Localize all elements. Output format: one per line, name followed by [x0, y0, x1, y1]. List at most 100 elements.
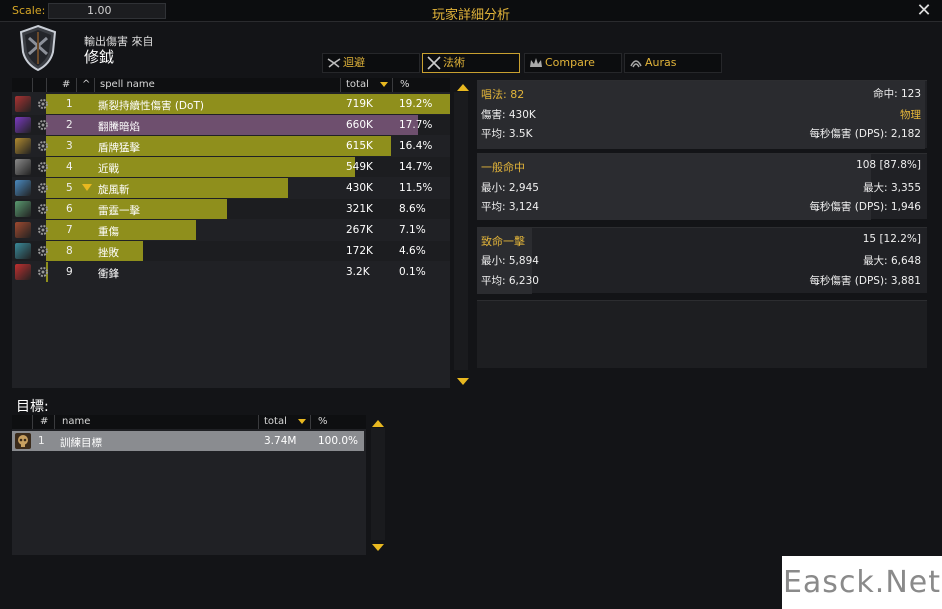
target-row[interactable]: 1 訓練目標 3.74M 100.0%	[12, 431, 364, 451]
spell-rank: 6	[66, 203, 73, 215]
spell-row[interactable]: 9 衝鋒 3.2K 0.1%	[12, 262, 450, 282]
spell-options-gear-icon[interactable]	[36, 244, 50, 258]
tab-spells[interactable]: 法術	[422, 53, 520, 73]
spell-rank: 9	[66, 266, 73, 278]
spell-name: 翻騰暗焰	[98, 121, 140, 133]
target-table-header: # name total %	[12, 415, 366, 429]
casts-count: 唱法: 82	[481, 88, 525, 101]
spell-row[interactable]: 8 挫敗 172K 4.6%	[12, 241, 450, 261]
spell-options-gear-icon[interactable]	[36, 118, 50, 132]
spell-rank: 4	[66, 161, 73, 173]
spell-options-gear-icon[interactable]	[36, 160, 50, 174]
spell-rank: 2	[66, 119, 73, 131]
spell-table-header: # ^ spell name total %	[12, 78, 450, 92]
hits-count: 命中: 123	[873, 88, 921, 100]
spell-name: 重傷	[98, 226, 119, 238]
target-name: 訓練目標	[60, 437, 102, 449]
col-header-percent[interactable]: %	[400, 79, 410, 90]
crossed-swords-icon	[427, 56, 441, 70]
targets-label: 目標:	[16, 399, 49, 415]
shield-icon	[19, 24, 57, 72]
spell-percent: 11.5%	[399, 182, 433, 194]
spell-row[interactable]: 5 旋風斬 430K 11.5%	[12, 178, 450, 198]
col-header-num[interactable]: #	[62, 79, 70, 90]
tab-compare[interactable]: Compare	[524, 53, 622, 73]
spell-scroll-down-icon[interactable]	[457, 378, 469, 385]
crit-min: 最小: 5,894	[481, 255, 539, 267]
col-header-sort[interactable]: ^	[82, 79, 90, 90]
tab-label: 迴避	[343, 56, 365, 69]
col-header-total[interactable]: total	[346, 79, 369, 90]
watermark: Easck.Net	[782, 556, 942, 609]
spell-scrollbar[interactable]	[454, 92, 468, 370]
normal-hits-average: 平均: 3,124	[481, 201, 539, 213]
crit-average: 平均: 6,230	[481, 275, 539, 287]
spell-options-gear-icon[interactable]	[36, 181, 50, 195]
crit-title: 致命一擊	[481, 235, 525, 248]
damage-average: 平均: 3.5K	[481, 128, 533, 140]
spell-icon	[15, 201, 31, 217]
aura-icon	[630, 60, 642, 68]
sort-desc-icon	[380, 82, 388, 87]
spell-percent: 7.1%	[399, 224, 426, 236]
spell-name: 盾牌猛擊	[98, 142, 140, 154]
target-total: 3.74M	[264, 435, 297, 447]
normal-hits-count: 108 [87.8%]	[856, 159, 921, 171]
spell-percent: 19.2%	[399, 98, 433, 110]
normal-hits-title: 一般命中	[481, 161, 525, 174]
spell-name: 近戰	[98, 163, 119, 175]
target-scrollbar[interactable]	[371, 428, 385, 540]
spell-rank: 8	[66, 245, 73, 257]
target-percent: 100.0%	[318, 435, 359, 447]
damage-school: 物理	[900, 109, 921, 121]
player-details-window: Scale: 1.00 玩家詳細分析 ✕ 輸出傷害 來自 修鉞 迴避 法術 Co…	[0, 0, 942, 609]
spell-options-gear-icon[interactable]	[36, 202, 50, 216]
spell-options-gear-icon[interactable]	[36, 97, 50, 111]
spell-row[interactable]: 3 盾牌猛擊 615K 16.4%	[12, 136, 450, 156]
spell-percent: 16.4%	[399, 140, 433, 152]
spell-options-gear-icon[interactable]	[36, 265, 50, 279]
tab-label: 法術	[443, 56, 465, 69]
crit-max: 最大: 6,648	[863, 255, 921, 267]
spell-rank: 1	[66, 98, 73, 110]
target-scroll-up-icon[interactable]	[372, 420, 384, 427]
spell-percent: 4.6%	[399, 245, 426, 257]
spell-icon	[15, 180, 31, 196]
spell-options-gear-icon[interactable]	[36, 139, 50, 153]
tab-label: Compare	[545, 56, 595, 69]
title-bar[interactable]: Scale: 1.00 玩家詳細分析 ✕	[0, 0, 942, 23]
damage-total: 傷害: 430K	[481, 109, 536, 121]
target-col-name[interactable]: name	[62, 416, 90, 427]
spell-row[interactable]: 7 重傷 267K 7.1%	[12, 220, 450, 240]
window-title: 玩家詳細分析	[431, 8, 510, 23]
target-col-num[interactable]: #	[40, 416, 48, 427]
tab-label: Auras	[645, 56, 677, 69]
spell-icon	[15, 264, 31, 280]
tab-auras[interactable]: Auras	[624, 53, 722, 73]
target-scroll-down-icon[interactable]	[372, 544, 384, 551]
spell-total: 615K	[346, 140, 373, 152]
target-num: 1	[38, 435, 45, 447]
spell-row[interactable]: 6 雷霆一擊 321K 8.6%	[12, 199, 450, 219]
spell-options-gear-icon[interactable]	[36, 223, 50, 237]
spell-icon	[15, 138, 31, 154]
target-col-percent[interactable]: %	[318, 416, 328, 427]
spell-total: 321K	[346, 203, 373, 215]
expand-arrow-icon[interactable]	[82, 184, 92, 191]
spell-total: 719K	[346, 98, 373, 110]
skull-icon	[15, 433, 31, 449]
spell-percent: 17.7%	[399, 119, 433, 131]
target-col-total[interactable]: total	[264, 416, 287, 427]
normal-hits-max: 最大: 3,355	[863, 182, 921, 194]
spell-row[interactable]: 1 撕裂持續性傷害 (DoT) 719K 19.2%	[12, 94, 450, 114]
spell-percent: 0.1%	[399, 266, 426, 278]
spell-row[interactable]: 4 近戰 549K 14.7%	[12, 157, 450, 177]
spell-row[interactable]: 2 翻騰暗焰 660K 17.7%	[12, 115, 450, 135]
close-button[interactable]: ✕	[916, 2, 932, 20]
col-header-spell-name[interactable]: spell name	[100, 79, 155, 90]
spell-name: 旋風斬	[98, 184, 130, 196]
crit-count: 15 [12.2%]	[862, 233, 921, 245]
spell-scroll-up-icon[interactable]	[457, 84, 469, 91]
tab-avoidance[interactable]: 迴避	[322, 53, 420, 73]
detail-casts-panel: 唱法: 82 命中: 123 傷害: 430K 物理 平均: 3.5K 每秒傷害…	[477, 80, 927, 149]
